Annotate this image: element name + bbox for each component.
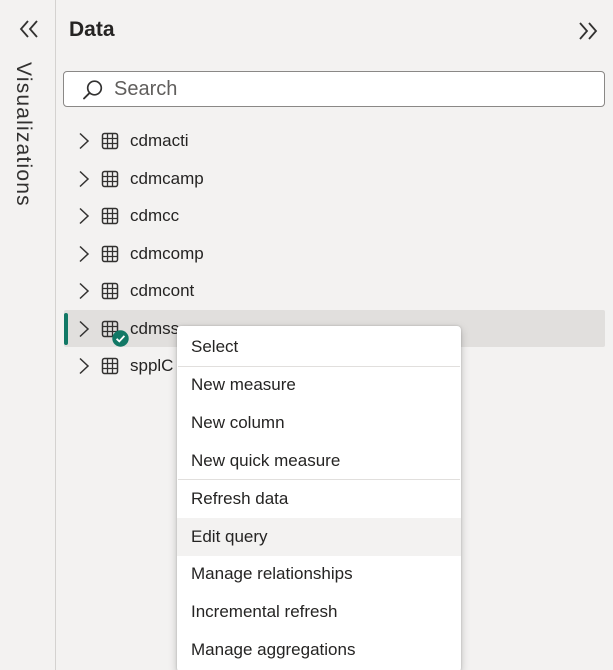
chevron-right-icon[interactable] — [78, 207, 90, 225]
menu-item-incremental-refresh[interactable]: Incremental refresh — [177, 593, 461, 631]
check-circle-icon — [112, 329, 129, 347]
menu-item-edit-query[interactable]: Edit query — [177, 517, 461, 556]
table-icon — [101, 207, 119, 225]
pane-title: Data — [69, 18, 115, 41]
table-label: spplC — [130, 356, 174, 375]
selection-indicator — [64, 312, 68, 345]
search-icon — [83, 80, 103, 100]
double-chevron-left-icon[interactable] — [14, 14, 44, 44]
table-icon — [101, 132, 119, 150]
search-box[interactable] — [63, 71, 605, 107]
table-icon — [101, 170, 119, 188]
context-menu: Select New measure New column New quick mea… — [177, 326, 461, 670]
table-icon — [101, 357, 119, 375]
chevron-right-icon[interactable] — [78, 320, 90, 338]
menu-item-new-quick-measure[interactable]: New quick measure — [177, 442, 461, 480]
table-label: cdmss — [130, 318, 180, 338]
chevron-right-icon[interactable] — [78, 357, 90, 375]
table-label: cdmacti — [130, 131, 189, 150]
menu-item-refresh-data[interactable]: Refresh data — [177, 480, 461, 518]
chevron-right-icon[interactable] — [78, 132, 90, 150]
double-chevron-right-icon[interactable] — [573, 16, 603, 46]
table-row-cdmcc[interactable]: cdmcc — [57, 197, 613, 235]
table-icon — [101, 282, 119, 300]
table-label: cdmcomp — [130, 243, 204, 263]
menu-item-manage-aggregations[interactable]: Manage aggregations — [177, 631, 461, 669]
chevron-right-icon[interactable] — [78, 282, 90, 300]
visualizations-rail: Visualizations — [0, 0, 56, 670]
table-row-cdmcont[interactable]: cdmcont — [57, 272, 613, 310]
table-row-cdmcamp[interactable]: cdmcamp — [57, 160, 613, 198]
menu-item-new-column[interactable]: New column — [177, 404, 461, 442]
table-label: cdmcc — [130, 206, 180, 225]
menu-item-select[interactable]: Select — [177, 328, 461, 366]
chevron-right-icon[interactable] — [78, 245, 90, 263]
table-label: cdmcamp — [130, 168, 204, 188]
search-input[interactable] — [114, 76, 594, 102]
menu-item-manage-relationships[interactable]: Manage relationships — [177, 556, 461, 594]
table-row-cdmcomp[interactable]: cdmcomp — [57, 235, 613, 273]
table-label: cdmcont — [130, 281, 195, 300]
table-icon — [101, 245, 119, 263]
menu-item-new-measure[interactable]: New measure — [177, 367, 461, 405]
visualizations-label[interactable]: Visualizations — [11, 62, 35, 207]
chevron-right-icon[interactable] — [78, 170, 90, 188]
table-row-cdmacti[interactable]: cdmacti — [57, 122, 613, 160]
